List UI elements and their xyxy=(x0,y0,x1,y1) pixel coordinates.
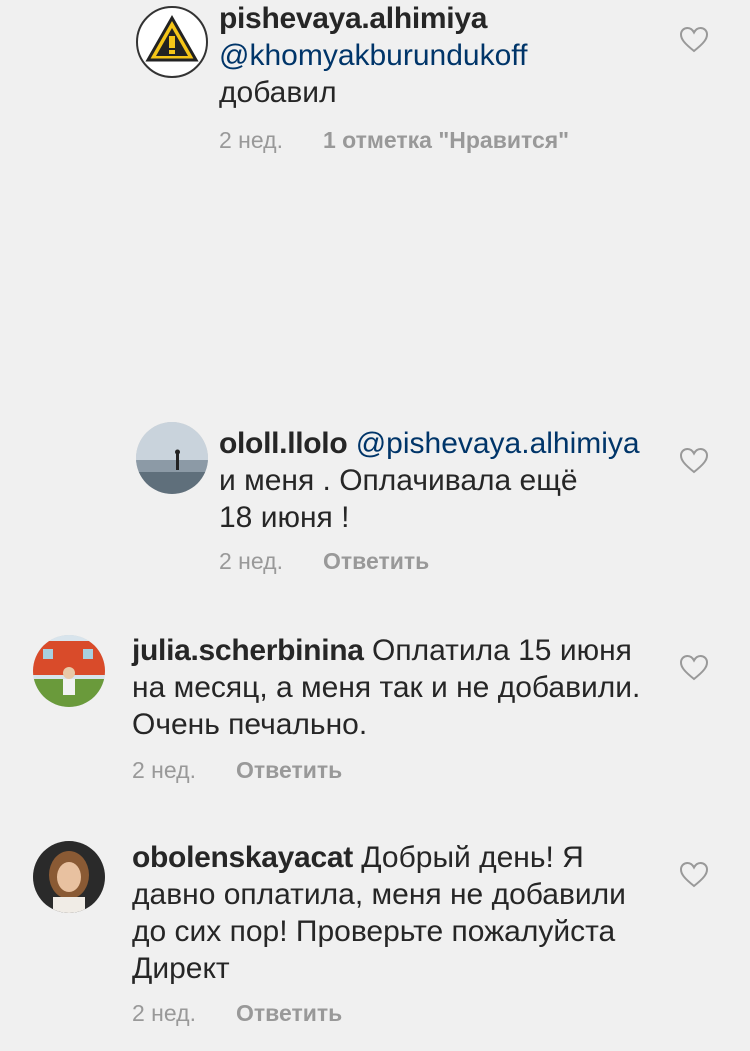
reply-button[interactable]: Ответить xyxy=(236,757,342,783)
comment-username[interactable]: julia.scherbinina xyxy=(132,634,364,667)
comment-text: 18 июня ! xyxy=(219,501,350,534)
comment-time: 2 нед. xyxy=(219,548,283,574)
comment-text: Очень печально. xyxy=(132,708,368,741)
comment-text: Добрый день! Я xyxy=(361,841,584,874)
comment-text: Директ xyxy=(132,952,230,985)
avatar[interactable] xyxy=(33,841,105,913)
comment-text: Оплатила 15 июня xyxy=(371,634,632,667)
comment-text: до сих пор! Проверьте пожалуйста xyxy=(132,915,616,948)
avatar[interactable] xyxy=(33,635,105,707)
comment-username[interactable]: ololl.llolo xyxy=(219,427,348,460)
comment-mention[interactable]: @pishevaya.alhimiya xyxy=(356,427,640,460)
reply-button[interactable]: Ответить xyxy=(236,1000,342,1026)
like-heart-icon[interactable] xyxy=(680,862,708,888)
comment-text: и меня . Оплачивала ещё xyxy=(219,464,578,497)
like-heart-icon[interactable] xyxy=(680,655,708,681)
comment-time: 2 нед. xyxy=(132,757,196,783)
seaside-photo-icon xyxy=(136,422,208,494)
likes-count[interactable]: 1 отметка "Нравится" xyxy=(323,127,569,153)
avatar[interactable] xyxy=(136,422,208,494)
caution-triangle-logo-icon xyxy=(140,10,204,74)
comment-username[interactable]: obolenskayacat xyxy=(132,841,353,874)
comment-time: 2 нед. xyxy=(132,1000,196,1026)
comment-text: давно оплатила, меня не добавили xyxy=(132,878,626,911)
comment-text: на месяц, а меня так и не добавили. xyxy=(132,671,641,704)
comment-mention[interactable]: @khomyakburundukoff xyxy=(219,39,527,72)
like-heart-icon[interactable] xyxy=(680,27,708,53)
avatar[interactable] xyxy=(136,6,208,78)
comment-username[interactable]: pishevaya.alhimiya xyxy=(219,2,487,35)
woman-portrait-photo-icon xyxy=(33,841,105,913)
comment-time: 2 нед. xyxy=(219,127,283,153)
reply-button[interactable]: Ответить xyxy=(323,548,429,574)
like-heart-icon[interactable] xyxy=(680,448,708,474)
comment-text: добавил xyxy=(219,76,337,109)
person-outdoor-photo-icon xyxy=(33,635,105,707)
